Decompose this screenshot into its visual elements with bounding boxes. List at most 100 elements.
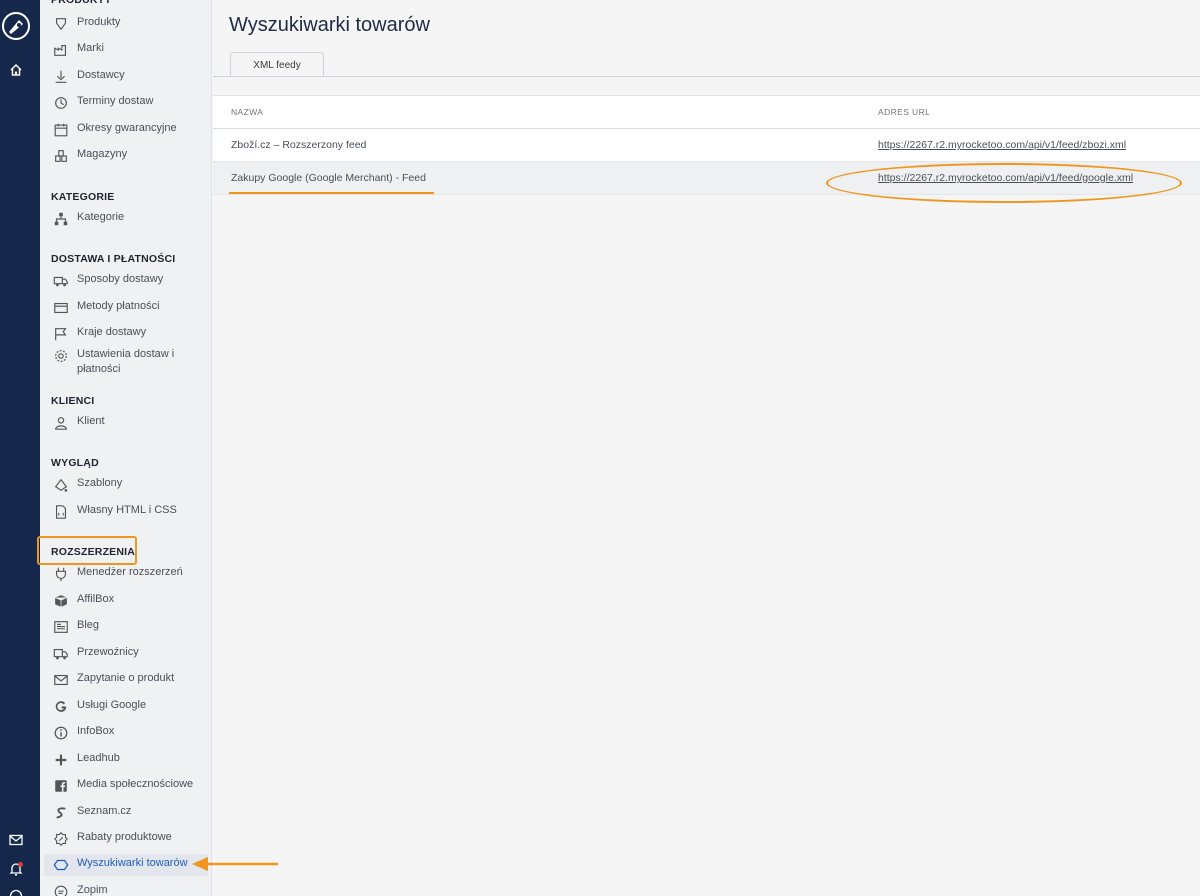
- sidebar-item-ustawienia-dostaw-i-platnosci[interactable]: Ustawienia dostaw i płatności: [44, 345, 208, 378]
- sidebar-item-label: Dostawcy: [77, 69, 125, 81]
- clock-icon: [52, 94, 70, 112]
- sidebar-item-rabaty-produktowe[interactable]: Rabaty produktowe: [44, 828, 208, 850]
- hexagon-icon: [52, 856, 70, 874]
- plug-icon: [52, 565, 70, 583]
- sidebar-item-marki[interactable]: Marki: [44, 39, 208, 61]
- sidebar-item-zopim[interactable]: Zopim: [44, 881, 208, 896]
- sidebar-item-dostawcy[interactable]: Dostawcy: [44, 66, 208, 88]
- tab-bar-divider: [213, 76, 1200, 77]
- supplier-icon: [52, 68, 70, 86]
- sidebar-item-label: Przewoźnicy: [77, 646, 139, 658]
- sidebar-item-infobox[interactable]: InfoBox: [44, 722, 208, 744]
- rocket-logo-icon[interactable]: [0, 10, 34, 44]
- sidebar-item-wyszukiwarki-towarow[interactable]: Wyszukiwarki towarów: [44, 854, 208, 876]
- annotation-ellipse: [826, 163, 1182, 203]
- sidebar-item-menedzer-rozszerzen[interactable]: Menedżer rozszerzeń: [44, 563, 208, 585]
- discount-icon: [52, 830, 70, 848]
- annotation-underline: [229, 192, 434, 194]
- sidebar-item-terminy-dostaw[interactable]: Terminy dostaw: [44, 92, 208, 114]
- user-icon: [52, 414, 70, 432]
- sidebar-item-label: Magazyny: [77, 148, 128, 160]
- sidebar-item-label: Rabaty produktowe: [77, 831, 172, 843]
- info-icon: [52, 724, 70, 742]
- annotation-arrow: [192, 857, 278, 871]
- sidebar-item-label: Zopim: [77, 884, 108, 896]
- truck-icon: [52, 272, 70, 290]
- page-title: Wyszukiwarki towarów: [229, 14, 430, 36]
- table-header: NAZWA ADRES URL: [213, 96, 1200, 129]
- sidebar-item-produkty[interactable]: Produkty: [44, 13, 208, 35]
- tab-xml-feedy[interactable]: XML feedy: [230, 52, 324, 77]
- plus-icon: [52, 751, 70, 769]
- warehouse-icon: [52, 147, 70, 165]
- sidebar-item-label: Ustawienia dostaw i płatności: [77, 348, 175, 375]
- sidebar-item-kategorie[interactable]: Kategorie: [44, 208, 208, 230]
- sidebar-item-leadhub[interactable]: Leadhub: [44, 749, 208, 771]
- sidebar-section-heading: KLIENCI: [51, 395, 95, 407]
- sidebar-item-okresy-gwarancyjne[interactable]: Okresy gwarancyjne: [44, 119, 208, 141]
- sidebar-section-heading: DOSTAWA I PŁATNOŚCI: [51, 253, 176, 265]
- sidebar-item-klient[interactable]: Klient: [44, 412, 208, 434]
- notification-bell-icon[interactable]: [4, 857, 28, 881]
- column-header-url: ADRES URL: [878, 107, 931, 117]
- sidebar-item-label: Seznam.cz: [77, 805, 132, 817]
- feed-name[interactable]: Zboží.cz – Rozszerzony feed: [231, 139, 366, 151]
- sidebar-item-zapytanie-o-produkt[interactable]: Zapytanie o produkt: [44, 669, 208, 691]
- sidebar-item-label: Okresy gwarancyjne: [77, 122, 177, 134]
- sidebar-item-wlasny-html-i-css[interactable]: Własny HTML i CSS: [44, 501, 208, 523]
- sidebar-item-label: Kraje dostawy: [77, 326, 147, 338]
- sidebar-item-uslugi-google[interactable]: Usługi Google: [44, 696, 208, 718]
- sidebar-section-heading: PRODUKTY: [51, 0, 112, 6]
- sidebar-item-seznam-cz[interactable]: Seznam.cz: [44, 802, 208, 824]
- facebook-icon: [52, 777, 70, 795]
- google-icon: [52, 698, 70, 716]
- sidebar-item-label: Marki: [77, 42, 104, 54]
- sidebar-item-label: Wyszukiwarki towarów: [77, 857, 188, 869]
- sidebar-item-label: Zapytanie o produkt: [77, 672, 175, 684]
- mail-icon[interactable]: [4, 828, 28, 852]
- calendar-icon: [52, 121, 70, 139]
- card-icon: [52, 299, 70, 317]
- sidebar-item-label: Kategorie: [77, 211, 125, 223]
- annotation-highlight-box: [37, 536, 137, 565]
- sidebar-item-sposoby-dostawy[interactable]: Sposoby dostawy: [44, 270, 208, 292]
- sidebar-item-label: InfoBox: [77, 725, 115, 737]
- box-icon: [52, 592, 70, 610]
- sidebar-item-label: Własny HTML i CSS: [77, 504, 177, 516]
- sidebar-item-metody-platnosci[interactable]: Metody płatności: [44, 297, 208, 319]
- sidebar-item-label: Sposoby dostawy: [77, 273, 164, 285]
- sidebar-item-label: Bleg: [77, 619, 100, 631]
- main-content: Wyszukiwarki towarów XML feedy NAZWA ADR…: [213, 0, 1200, 896]
- flag-icon: [52, 325, 70, 343]
- column-header-name: NAZWA: [231, 107, 264, 117]
- sidebar-item-label: Terminy dostaw: [77, 95, 154, 107]
- gear-icon: [52, 347, 70, 365]
- sidebar-section-heading: WYGLĄD: [51, 457, 99, 469]
- tree-icon: [52, 210, 70, 228]
- sidebar-item-label: Szablony: [77, 477, 123, 489]
- table-row[interactable]: Zboží.cz – Rozszerzony feed https://2267…: [213, 129, 1200, 162]
- seznam-icon: [52, 804, 70, 822]
- sidebar-item-label: Klient: [77, 415, 105, 427]
- sidebar-item-label: Usługi Google: [77, 699, 147, 711]
- code-file-icon: [52, 503, 70, 521]
- sidebar-item-affilbox[interactable]: AffilBox: [44, 590, 208, 612]
- sidebar-item-przewoznicy[interactable]: Przewoźnicy: [44, 643, 208, 665]
- feed-name[interactable]: Zakupy Google (Google Merchant) - Feed: [231, 172, 426, 184]
- sidebar-item-label: Media społecznościowe: [77, 778, 194, 790]
- carrier-icon: [52, 645, 70, 663]
- newspaper-icon: [52, 618, 70, 636]
- sidebar-item-label: AffilBox: [77, 593, 115, 605]
- sidebar-item-media-spolecznosciowe[interactable]: Media społecznościowe: [44, 775, 208, 797]
- sidebar-item-bleg[interactable]: Bleg: [44, 616, 208, 638]
- mail-icon: [52, 671, 70, 689]
- sidebar-item-szablony[interactable]: Szablony: [44, 474, 208, 496]
- sidebar-item-label: Metody płatności: [77, 300, 160, 312]
- factory-icon: [52, 41, 70, 59]
- sidebar-item-magazyny[interactable]: Magazyny: [44, 145, 208, 167]
- globe-icon[interactable]: [4, 884, 28, 896]
- product-icon: [52, 15, 70, 33]
- sidebar-item-kraje-dostawy[interactable]: Kraje dostawy: [44, 323, 208, 345]
- home-icon[interactable]: [4, 58, 28, 82]
- feed-url-link[interactable]: https://2267.r2.myrocketoo.com/api/v1/fe…: [878, 139, 1126, 151]
